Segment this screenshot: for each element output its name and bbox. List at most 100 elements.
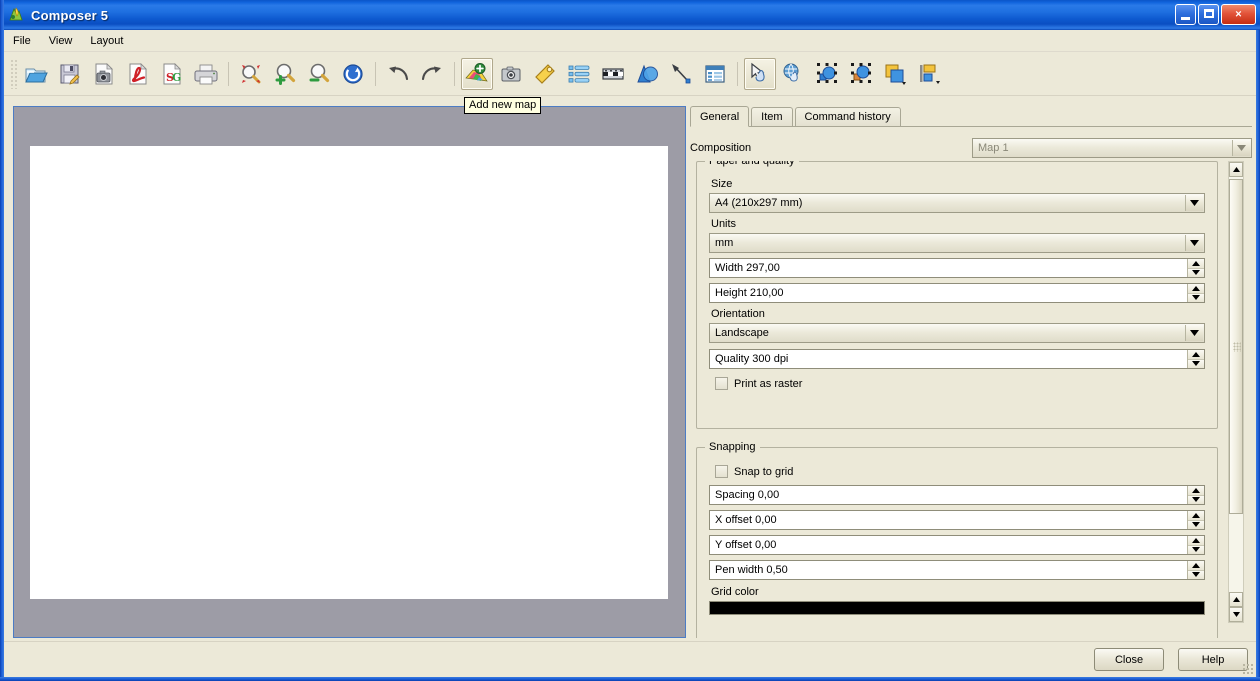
- stepper-down-icon[interactable]: [1188, 570, 1204, 579]
- add-image-icon: [499, 62, 523, 86]
- dialog-buttons: Close Help: [1094, 648, 1248, 671]
- print-button[interactable]: [190, 58, 222, 90]
- stepper-down-icon[interactable]: [1188, 545, 1204, 554]
- add-scalebar-button[interactable]: [597, 58, 629, 90]
- scroll-down-button[interactable]: [1229, 607, 1243, 622]
- select-move-item-button[interactable]: [744, 57, 776, 90]
- undo-button[interactable]: [382, 58, 414, 90]
- stepper-down-icon[interactable]: [1188, 495, 1204, 504]
- align-items-button[interactable]: [914, 58, 946, 90]
- units-select[interactable]: mm: [709, 233, 1205, 253]
- add-legend-button[interactable]: [563, 58, 595, 90]
- canvas-viewport[interactable]: [16, 109, 683, 635]
- print-as-raster-row[interactable]: Print as raster: [715, 377, 1205, 390]
- redo-button[interactable]: [416, 58, 448, 90]
- load-from-template-button[interactable]: [20, 58, 52, 90]
- stepper-down-icon[interactable]: [1188, 359, 1204, 368]
- pen-width-spinbox[interactable]: Pen width 0,50: [709, 560, 1205, 580]
- add-table-button[interactable]: [699, 58, 731, 90]
- window-left-border: [0, 0, 4, 681]
- stepper-up-icon[interactable]: [1188, 350, 1204, 360]
- width-stepper[interactable]: [1187, 259, 1204, 277]
- scrollbar-thumb[interactable]: [1229, 179, 1243, 514]
- quality-stepper[interactable]: [1187, 350, 1204, 368]
- zoom-out-button[interactable]: [303, 58, 335, 90]
- scroll-up-button[interactable]: [1229, 162, 1243, 177]
- tab-item[interactable]: Item: [751, 107, 793, 126]
- move-item-content-button[interactable]: [778, 58, 810, 90]
- y-offset-stepper[interactable]: [1187, 536, 1204, 554]
- add-image-button[interactable]: [495, 58, 527, 90]
- zoom-in-icon: [273, 62, 297, 86]
- open-folder-icon: [24, 62, 48, 86]
- stepper-up-icon[interactable]: [1188, 511, 1204, 521]
- composition-select[interactable]: Map 1: [972, 138, 1252, 158]
- snap-to-grid-row[interactable]: Snap to grid: [715, 465, 1205, 478]
- add-label-button[interactable]: [529, 58, 561, 90]
- export-as-pdf-button[interactable]: [122, 58, 154, 90]
- toolbar-separator: [737, 61, 738, 86]
- menu-view[interactable]: View: [40, 32, 82, 50]
- spacing-spinbox[interactable]: Spacing 0,00: [709, 485, 1205, 505]
- close-dialog-button[interactable]: Close: [1094, 648, 1164, 671]
- stepper-up-icon[interactable]: [1188, 259, 1204, 269]
- panel-vertical-scrollbar[interactable]: [1228, 161, 1244, 623]
- tab-command-history[interactable]: Command history: [794, 107, 901, 126]
- stepper-up-icon[interactable]: [1188, 486, 1204, 496]
- raise-lower-items-button[interactable]: [880, 58, 912, 90]
- y-offset-spinbox[interactable]: Y offset 0,00: [709, 535, 1205, 555]
- help-button[interactable]: Help: [1178, 648, 1248, 671]
- chevron-down-icon: [1185, 195, 1203, 211]
- export-as-svg-button[interactable]: S G: [156, 58, 188, 90]
- save-as-template-button[interactable]: [54, 58, 86, 90]
- x-offset-spinbox[interactable]: X offset 0,00: [709, 510, 1205, 530]
- ungroup-items-button[interactable]: [846, 58, 878, 90]
- zoom-full-button[interactable]: [235, 58, 267, 90]
- composer-canvas[interactable]: [13, 106, 686, 638]
- orientation-value: Landscape: [715, 327, 769, 339]
- height-spinbox[interactable]: Height 210,00: [709, 283, 1205, 303]
- menu-bar: File View Layout: [4, 30, 1256, 52]
- height-stepper[interactable]: [1187, 284, 1204, 302]
- close-button[interactable]: ×: [1221, 4, 1256, 25]
- menu-layout[interactable]: Layout: [81, 32, 132, 50]
- zoom-in-button[interactable]: [269, 58, 301, 90]
- stepper-up-icon[interactable]: [1188, 284, 1204, 294]
- pen-width-stepper[interactable]: [1187, 561, 1204, 579]
- add-new-map-button[interactable]: [461, 57, 493, 90]
- composition-page[interactable]: [30, 146, 668, 599]
- x-offset-stepper[interactable]: [1187, 511, 1204, 529]
- grid-color-swatch[interactable]: [709, 601, 1205, 615]
- group-items-button[interactable]: [812, 58, 844, 90]
- ungroup-items-icon: [850, 62, 874, 86]
- stepper-down-icon[interactable]: [1188, 268, 1204, 277]
- maximize-button[interactable]: [1198, 4, 1219, 25]
- resize-grip[interactable]: [1242, 663, 1254, 675]
- add-shape-button[interactable]: [631, 58, 663, 90]
- menu-file[interactable]: File: [4, 32, 40, 50]
- toolbar-separator: [375, 61, 376, 86]
- stepper-down-icon[interactable]: [1188, 520, 1204, 529]
- quality-value: Quality 300 dpi: [715, 353, 789, 365]
- spacing-stepper[interactable]: [1187, 486, 1204, 504]
- export-as-image-button[interactable]: [88, 58, 120, 90]
- stepper-up-icon[interactable]: [1188, 561, 1204, 571]
- print-as-raster-checkbox[interactable]: [715, 377, 728, 390]
- units-label: Units: [711, 218, 737, 230]
- width-spinbox[interactable]: Width 297,00: [709, 258, 1205, 278]
- snap-to-grid-label: Snap to grid: [734, 465, 794, 478]
- refresh-view-button[interactable]: [337, 58, 369, 90]
- stepper-down-icon[interactable]: [1188, 293, 1204, 302]
- orientation-select[interactable]: Landscape: [709, 323, 1205, 343]
- composition-row: Composition Map 1: [690, 137, 1252, 159]
- scrollbar-bottom-steppers[interactable]: [1229, 592, 1243, 622]
- add-arrow-button[interactable]: [665, 58, 697, 90]
- scroll-step-up-button[interactable]: [1229, 592, 1243, 607]
- quality-spinbox[interactable]: Quality 300 dpi: [709, 349, 1205, 369]
- snap-to-grid-checkbox[interactable]: [715, 465, 728, 478]
- minimize-button[interactable]: [1175, 4, 1196, 25]
- tab-general[interactable]: General: [690, 106, 750, 127]
- paper-size-select[interactable]: A4 (210x297 mm): [709, 193, 1205, 213]
- toolbar-drag-handle[interactable]: [10, 58, 17, 89]
- stepper-up-icon[interactable]: [1188, 536, 1204, 546]
